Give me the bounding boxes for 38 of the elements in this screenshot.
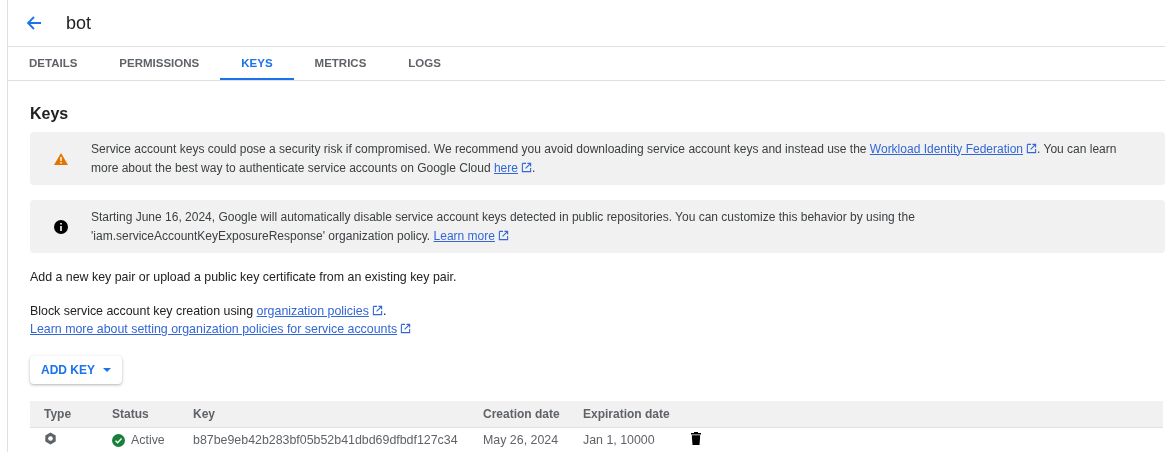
info-icon [53,219,68,234]
check-circle-icon [112,433,125,447]
tab[interactable]: KEYS [220,47,294,80]
tab[interactable]: DETAILS [8,47,99,80]
link[interactable]: here [493,160,532,175]
external-link-icon [520,161,532,173]
warning-message: Service account keys could pose a security risk if compromised. We recommend you avoid downloading service account keys and instead use the Workload Identity Federation . You can learn more about the best way to authenticate service accounts on Google Cloud here . [91,140,1118,177]
external-link-icon [1026,142,1038,154]
back-arrow-icon[interactable] [26,15,42,31]
warning-icon [53,152,68,165]
table-cell-text: Jan 1, 10000 [583,433,656,447]
status-text: Active [131,433,165,447]
table-cell-text: b87be9eb42b283bf05b52b41dbd69dfbdf127c34 [193,433,459,447]
hexagon-key-icon [44,432,57,445]
info-message: Starting June 16, 2024, Google will automatically disable service account keys detected in public repositories. You can customize this behavior by using the 'iam.serviceAccountKeyExposureResponse' organization policy. Learn more [91,208,916,245]
link[interactable]: Workload Identity Federation [869,141,1038,156]
page-title: bot [66,12,92,34]
tab[interactable]: METRICS [293,47,388,80]
column-header: Key [193,407,216,421]
caret-icon [103,368,111,372]
link[interactable]: Learn more [433,228,509,243]
section-title: Keys [29,104,70,124]
column-header: Status [112,407,150,421]
link[interactable]: organization policies [256,304,383,318]
link[interactable]: Learn more about setting organization policies for service accounts [30,322,412,336]
column-header: Type [44,407,73,421]
tab[interactable]: LOGS [387,47,462,80]
tab[interactable]: PERMISSIONS [98,47,221,80]
description-text: Add a new key pair or upload a public key certificate from an existing key pair. [30,269,458,286]
table-cell-text: May 26, 2024 [483,433,560,447]
column-header: Creation date [483,407,561,421]
column-header: Expiration date [583,407,671,421]
external-link-icon [400,323,412,334]
delete-icon[interactable] [691,432,701,445]
external-link-icon [371,305,383,316]
policy-text: Block service account key creation using organization policies . [30,303,388,320]
add-key-button[interactable]: ADD KEY [30,356,122,384]
external-link-icon [497,229,509,241]
